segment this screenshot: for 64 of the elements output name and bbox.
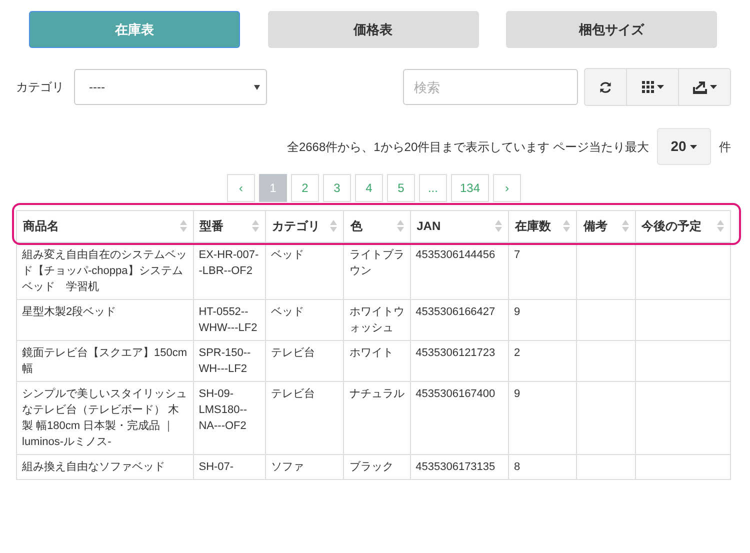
column-header[interactable]: 今後の予定 (635, 210, 730, 242)
caret-icon (656, 85, 664, 89)
refresh-button[interactable] (584, 68, 627, 106)
table-cell: テレビ台 (266, 340, 344, 382)
table-cell: ナチュラル (344, 382, 410, 454)
caret-icon (710, 85, 716, 89)
table-cell: ベッド (266, 242, 344, 300)
column-header[interactable]: カテゴリ (266, 210, 344, 242)
table-cell: 7 (508, 242, 577, 300)
column-header[interactable]: 型番 (193, 210, 266, 242)
sort-icon (180, 220, 187, 232)
column-header[interactable]: 在庫数 (508, 210, 577, 242)
column-header[interactable]: 商品名 (16, 210, 194, 242)
table-cell: 組み変え自由自在のシステムベッド【チョッパ-choppa】システムベッド 学習机 (16, 242, 194, 300)
dropdown-caret-icon (254, 84, 260, 90)
search-field[interactable]: 検索 (403, 69, 578, 105)
sort-icon (252, 220, 260, 232)
export-button[interactable] (678, 68, 731, 106)
unit-label: 件 (719, 138, 731, 156)
sort-icon (563, 220, 570, 232)
table-cell: 4535306121723 (410, 340, 509, 382)
column-header[interactable]: JAN (410, 210, 509, 242)
table-cell: SPR-150--WH---LF2 (193, 340, 266, 382)
table-cell: EX-HR-007--LBR--OF2 (193, 242, 266, 300)
table-cell: テレビ台 (266, 382, 344, 454)
sort-icon (495, 220, 502, 232)
table-cell: 4535306144456 (410, 242, 509, 300)
page-size-button[interactable]: 20 (657, 128, 711, 165)
column-header[interactable]: 備考 (576, 210, 636, 242)
sort-icon (622, 220, 629, 232)
table-cell: SH-07- (193, 454, 266, 480)
table-cell: 4535306167400 (410, 382, 509, 454)
column-header[interactable]: 色 (344, 210, 410, 242)
table-cell: 2 (508, 340, 577, 382)
summary-text: 全2668件から、1から20件目まで表示しています ページ当たり最大 (286, 138, 649, 156)
caret-icon (690, 145, 698, 150)
sort-icon (330, 220, 338, 232)
table-cell: ベッド (266, 300, 344, 340)
table-cell: ホワイトウォッシュ (344, 300, 410, 340)
table-cell: 4535306166427 (410, 300, 509, 340)
refresh-icon (599, 80, 612, 94)
table-cell: ホワイト (344, 340, 410, 382)
tab-button[interactable]: 価格表 (268, 11, 478, 48)
tab-button[interactable]: 梱包サイズ (506, 11, 717, 48)
table-cell: ソファ (266, 454, 344, 480)
table-cell: 9 (508, 382, 577, 454)
sort-icon (717, 220, 724, 232)
table-cell: 鏡面テレビ台【スクエア】150cm幅 (16, 340, 194, 382)
table-cell: 星型木製2段ベッド (16, 300, 194, 340)
table-cell: 4535306173135 (410, 454, 509, 480)
table-cell: HT-0552--WHW---LF2 (193, 300, 266, 340)
table-cell: ブラック (344, 454, 410, 480)
table-cell: SH-09-LMS180--NA---OF2 (193, 382, 266, 454)
category-select[interactable]: ---- (74, 69, 267, 105)
export-icon (692, 80, 706, 94)
table-cell: 9 (508, 300, 577, 340)
table-cell: ライトブラウン (344, 242, 410, 300)
table-cell: 8 (508, 454, 577, 480)
sort-icon (396, 220, 404, 232)
table-cell: 組み換え自由なソファベッド (16, 454, 194, 480)
filter-label: カテゴリ (16, 79, 64, 96)
table-cell: シンプルで美しいスタイリッシュなテレビ台（テレビボード） 木製 幅180cm 日本製・完成品 ｜luminos-ルミノス- (16, 382, 194, 454)
grid-icon (642, 81, 654, 93)
columns-button[interactable] (626, 68, 679, 106)
